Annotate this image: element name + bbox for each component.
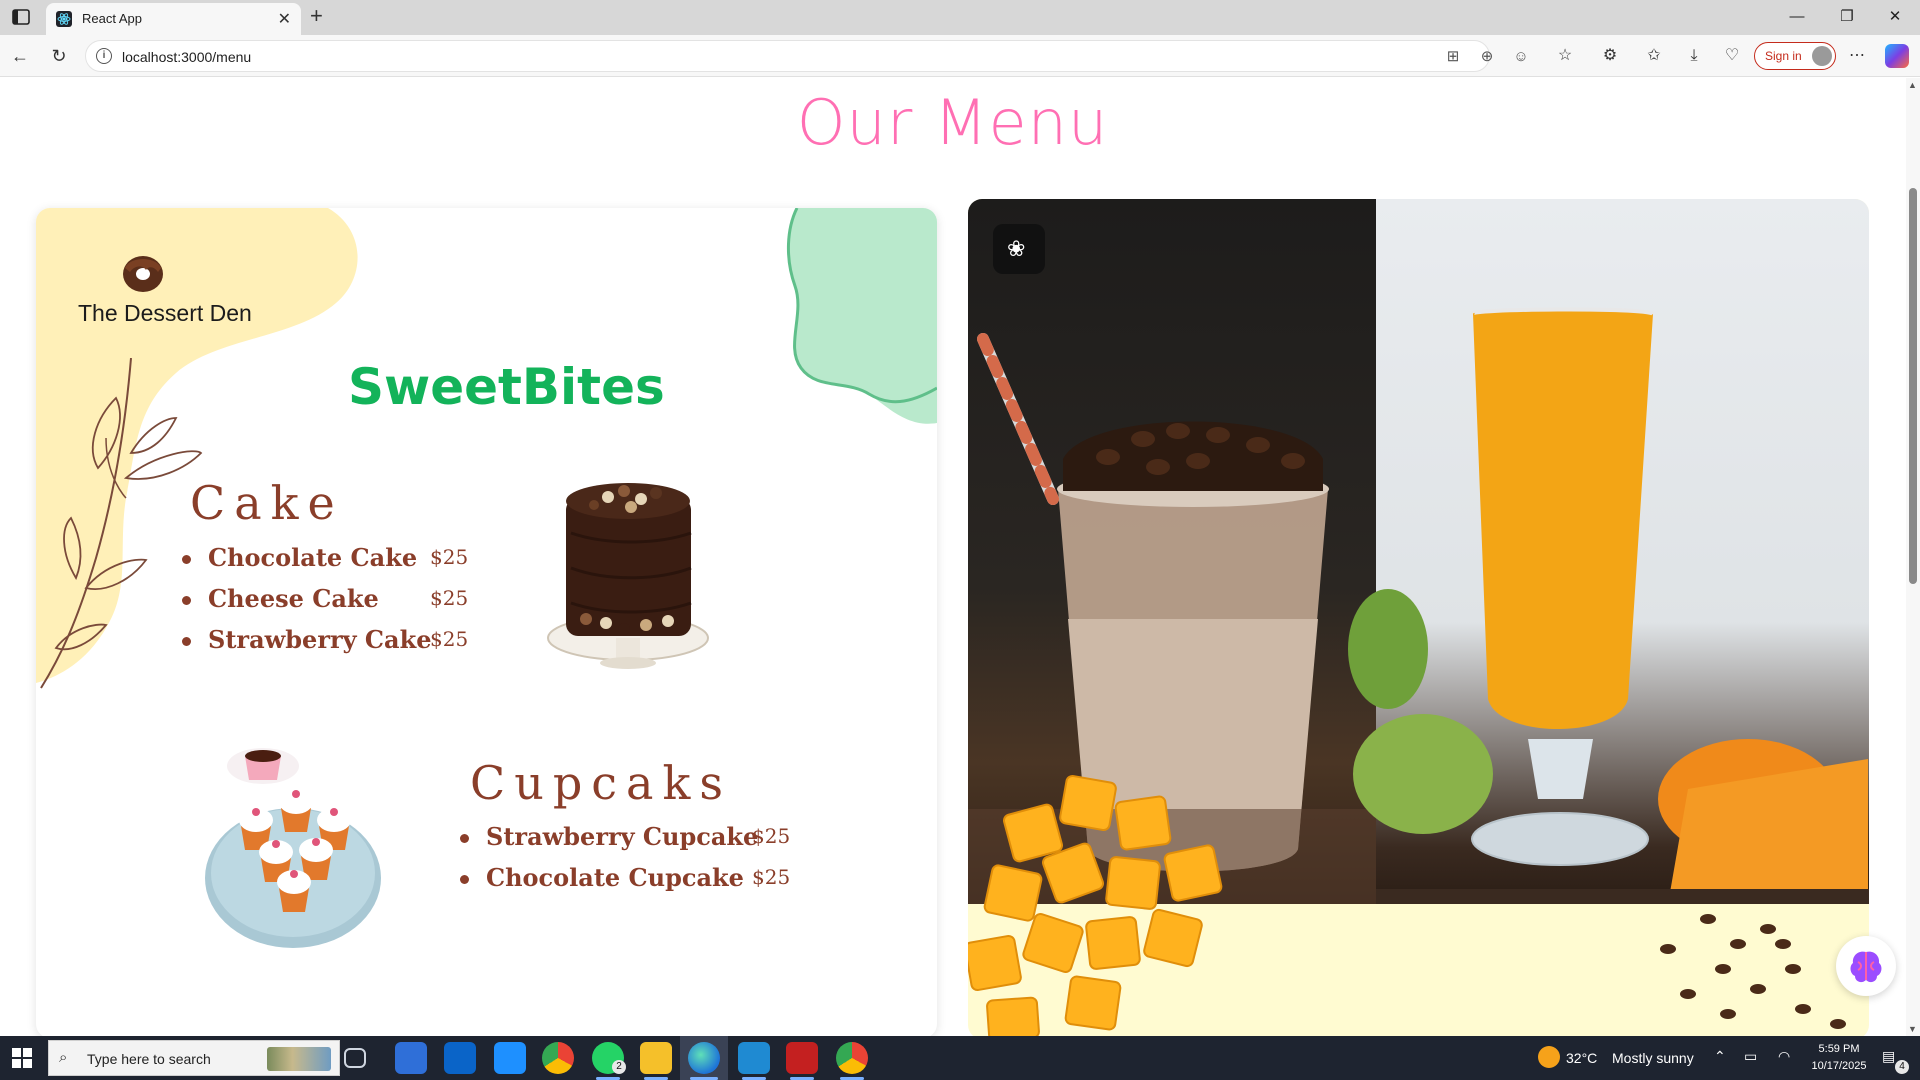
clock-time[interactable]: 5:59 PM <box>1804 1043 1874 1055</box>
item-price: $25 <box>430 586 469 610</box>
item-name: Chocolate Cake <box>208 543 418 572</box>
copilot-icon[interactable] <box>1885 44 1909 68</box>
minimize-icon[interactable]: — <box>1774 4 1820 30</box>
list-item: Strawberry Cake $25 <box>182 623 502 664</box>
address-bar[interactable]: i localhost:3000/menu ⊞ ⊕ ☺ <box>85 40 1529 72</box>
cupcakes-tray-image <box>205 748 381 948</box>
react-favicon-icon <box>56 11 72 27</box>
avatar <box>1812 46 1832 66</box>
favorite-star-icon[interactable]: ☆ <box>1553 44 1577 68</box>
windows-start-icon[interactable] <box>12 1048 32 1068</box>
wifi-icon[interactable]: ◠ <box>1778 1048 1790 1065</box>
browser-essentials-icon[interactable]: ♡ <box>1720 44 1744 68</box>
search-icon: ⌕ <box>59 1049 68 1066</box>
search-placeholder: Type here to search <box>87 1051 211 1067</box>
restore-icon[interactable]: ❐ <box>1824 4 1870 30</box>
browser-tab[interactable]: React App ✕ <box>46 3 301 35</box>
item-price: $25 <box>430 627 469 651</box>
taskbar-search-box[interactable]: ⌕ Type here to search <box>48 1040 340 1076</box>
windows-taskbar: ⌕ Type here to search 2 32°C Mostly sunn… <box>0 1036 1920 1080</box>
app-available-icon[interactable]: ⊞ <box>1443 47 1463 67</box>
file-explorer-icon[interactable] <box>640 1042 672 1074</box>
weather-sun-icon[interactable] <box>1538 1046 1560 1068</box>
bullet <box>182 637 191 646</box>
item-name: Strawberry Cake <box>208 625 432 654</box>
clock-date[interactable]: 10/17/2025 <box>1800 1060 1878 1072</box>
weather-description[interactable]: Mostly sunny <box>1612 1050 1694 1066</box>
cake-item-list: Chocolate Cake $25 Cheese Cake $25 Straw… <box>182 541 502 664</box>
item-price: $25 <box>752 824 791 848</box>
chrome-profile-icon[interactable] <box>836 1042 868 1074</box>
downloads-icon[interactable]: ⤓ <box>1682 44 1706 68</box>
task-view-icon[interactable] <box>344 1048 366 1068</box>
item-name: Cheese Cake <box>208 584 379 613</box>
more-menu-icon[interactable]: ⋯ <box>1845 44 1869 68</box>
site-info-icon[interactable]: i <box>96 48 112 64</box>
bullet <box>460 875 469 884</box>
item-price: $25 <box>752 865 791 889</box>
tab-close-icon[interactable]: ✕ <box>278 9 291 29</box>
address-url[interactable]: localhost:3000/menu <box>122 49 251 65</box>
page-viewport: Our Menu The Dessert Den SweetBites Cake… <box>0 78 1920 1036</box>
page-scrollbar[interactable]: ▲ ▼ <box>1906 78 1920 1036</box>
tab-actions-icon[interactable] <box>10 7 32 27</box>
cupcake-item-list: Strawberry Cupcake $25 Chocolate Cupcake… <box>460 820 810 902</box>
bullet <box>460 834 469 843</box>
chocolate-cake-image <box>547 483 709 669</box>
search-highlight-image <box>267 1047 331 1071</box>
cake-section-title: Cake <box>190 476 344 530</box>
page-title: Our Menu <box>796 86 1109 159</box>
tab-strip: React App ✕ + — ❐ ✕ <box>0 0 1920 35</box>
list-item: Cheese Cake $25 <box>182 582 502 623</box>
list-item: Chocolate Cake $25 <box>182 541 502 582</box>
favorites-icon[interactable]: ✩ <box>1642 44 1666 68</box>
zoom-icon[interactable]: ⊕ <box>1477 47 1497 67</box>
scroll-down-icon[interactable]: ▼ <box>1908 1024 1917 1034</box>
drinks-illustration <box>968 307 1869 1036</box>
paint-icon[interactable] <box>494 1042 526 1074</box>
show-hidden-icons-icon[interactable]: ⌃ <box>1714 1048 1726 1065</box>
cupcakes-section-title: Cupcaks <box>470 756 732 810</box>
outlook-icon[interactable] <box>444 1042 476 1074</box>
window-close-icon[interactable]: ✕ <box>1872 4 1918 30</box>
chrome-icon[interactable] <box>542 1042 574 1074</box>
notifications-icon[interactable]: ▤ <box>1882 1048 1895 1065</box>
edge-icon[interactable] <box>688 1042 720 1074</box>
item-name: Chocolate Cupcake <box>486 863 744 892</box>
battery-icon[interactable]: ▭ <box>1744 1048 1757 1065</box>
scroll-up-icon[interactable]: ▲ <box>1908 80 1917 90</box>
extensions-icon[interactable]: ⚙ <box>1598 44 1622 68</box>
brain-icon <box>1850 951 1882 983</box>
notification-badge: 4 <box>1895 1060 1909 1074</box>
back-icon[interactable]: ← <box>8 44 32 68</box>
brain-icon: ❀ <box>1007 236 1026 261</box>
scroll-thumb[interactable] <box>1909 188 1917 584</box>
presentation-app-icon[interactable] <box>786 1042 818 1074</box>
bullet <box>182 555 191 564</box>
whatsapp-badge: 2 <box>612 1060 626 1074</box>
green-blob-decoration <box>787 208 937 424</box>
sign-in-label: Sign in <box>1765 49 1802 63</box>
item-name: Strawberry Cupcake <box>486 822 759 851</box>
vscode-icon[interactable] <box>738 1042 770 1074</box>
microsoft-store-icon[interactable] <box>395 1042 427 1074</box>
brain-badge[interactable]: ❀ <box>993 224 1045 274</box>
item-price: $25 <box>430 545 469 569</box>
bullet <box>182 596 191 605</box>
floating-assistant-button[interactable] <box>1836 936 1896 996</box>
list-item: Strawberry Cupcake $25 <box>460 820 810 861</box>
weather-temperature[interactable]: 32°C <box>1566 1050 1597 1066</box>
browser-toolbar: ← ↻ i localhost:3000/menu ⊞ ⊕ ☺ ☆ ⚙ ✩ ⤓ … <box>0 35 1920 77</box>
sign-in-button[interactable]: Sign in <box>1754 42 1836 70</box>
drinks-image-card: ❀ <box>968 199 1869 1036</box>
read-aloud-icon[interactable]: ☺ <box>1511 47 1531 67</box>
new-tab-icon[interactable]: + <box>310 3 323 29</box>
reload-icon[interactable]: ↻ <box>47 44 71 68</box>
tab-title: React App <box>82 11 142 26</box>
donut-logo-icon <box>123 256 163 292</box>
list-item: Chocolate Cupcake $25 <box>460 861 810 902</box>
dessert-menu-card: The Dessert Den SweetBites Cake Chocolat… <box>36 208 937 1036</box>
brand-name: The Dessert Den <box>78 300 252 326</box>
menu-headline: SweetBites <box>348 358 665 416</box>
